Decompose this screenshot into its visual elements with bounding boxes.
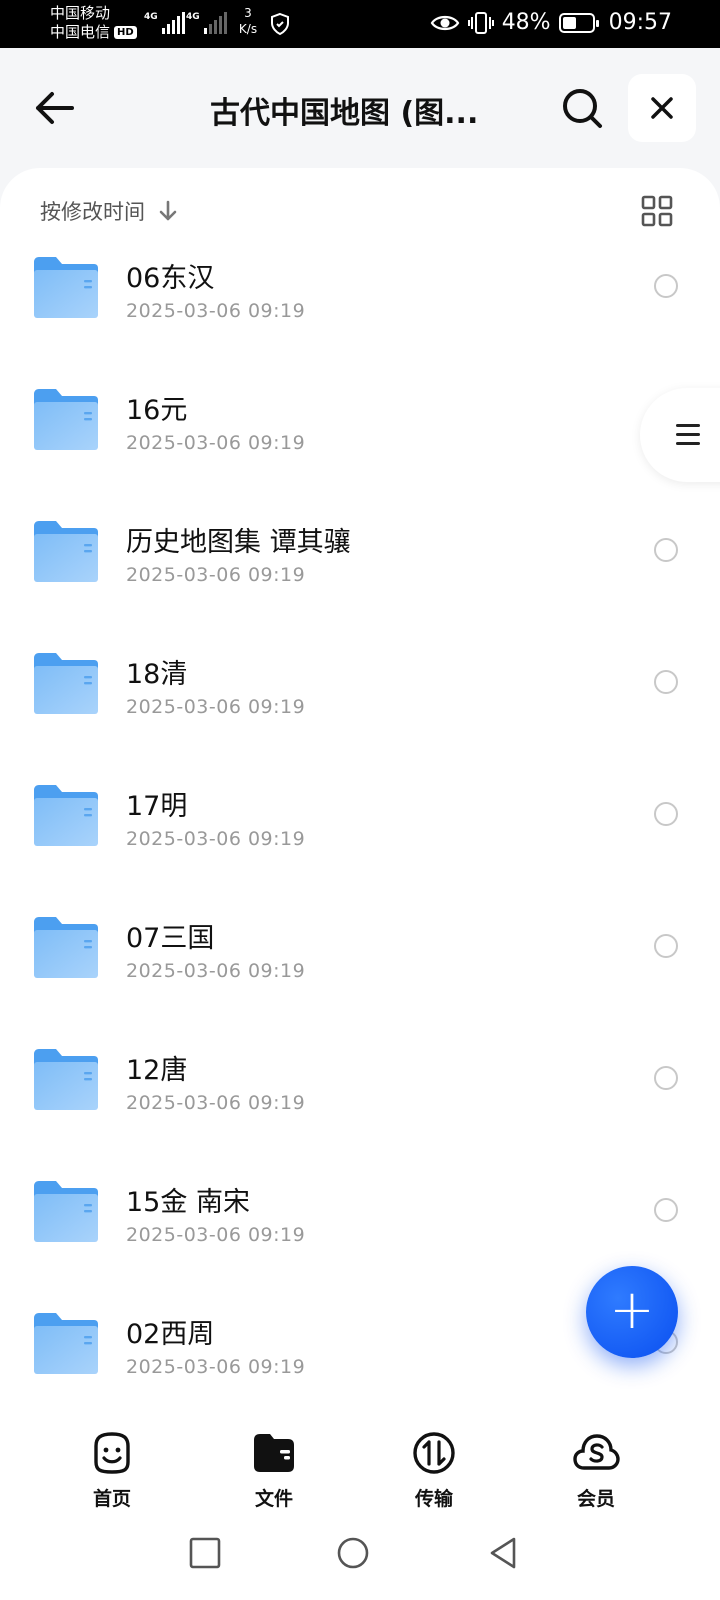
signal-1-icon: 4G <box>144 12 185 34</box>
folder-icon <box>34 1049 98 1110</box>
grid-view-button[interactable] <box>640 194 674 228</box>
carrier-2: 中国电信 <box>50 23 111 41</box>
list-item[interactable]: 06东汉 2025-03-06 09:19 <box>0 248 720 380</box>
header: 古代中国地图 (图... <box>0 48 720 168</box>
back-button[interactable] <box>30 86 78 130</box>
carrier-1: 中国移动 <box>50 4 111 22</box>
add-button[interactable]: + <box>586 1266 678 1358</box>
cloud-vip-icon <box>573 1434 620 1470</box>
back-nav-button[interactable] <box>486 1536 520 1570</box>
file-name: 02西周 <box>126 1319 215 1350</box>
file-date: 2025-03-06 09:19 <box>126 828 306 850</box>
battery-percent: 48% <box>501 10 551 35</box>
file-list-card: 按修改时间 06东汉 2025-03-06 09:19 16元 2025-03-06 … <box>0 168 720 1408</box>
file-date: 2025-03-06 09:19 <box>126 1092 306 1114</box>
smile-home-icon <box>94 1432 130 1474</box>
tab-files[interactable]: 文件 <box>224 1430 324 1511</box>
list-item[interactable]: 07三国 2025-03-06 09:19 <box>0 908 720 1040</box>
battery-icon <box>558 12 599 33</box>
folder-icon <box>34 1313 98 1374</box>
file-name: 17明 <box>126 791 188 822</box>
file-date: 2025-03-06 09:19 <box>126 432 306 454</box>
select-checkbox[interactable] <box>654 670 678 694</box>
file-date: 2025-03-06 09:19 <box>126 696 306 718</box>
select-checkbox[interactable] <box>654 1198 678 1222</box>
net-speed: 3 K/s <box>238 6 258 36</box>
arrow-down-icon <box>159 200 177 221</box>
folder-icon <box>34 1181 98 1242</box>
search-button[interactable] <box>560 86 604 130</box>
sort-label: 按修改时间 <box>40 200 145 224</box>
list-item[interactable]: 12唐 2025-03-06 09:19 <box>0 1040 720 1172</box>
file-name: 历史地图集 谭其骧 <box>126 527 351 558</box>
folder-icon <box>34 389 98 450</box>
vibrate-icon <box>467 11 494 34</box>
select-checkbox[interactable] <box>654 934 678 958</box>
file-name: 15金 南宋 <box>126 1187 250 1218</box>
clock: 09:57 <box>608 10 672 35</box>
list-item[interactable]: 18清 2025-03-06 09:19 <box>0 644 720 776</box>
home-button[interactable] <box>336 1536 370 1570</box>
tab-transfer[interactable]: 传输 <box>384 1430 484 1511</box>
hd-badge: HD <box>114 26 137 39</box>
file-name: 07三国 <box>126 923 215 954</box>
file-date: 2025-03-06 09:19 <box>126 960 306 982</box>
status-bar: 中国移动 中国电信 HD 4G 4G 3 K/s 48% 09:57 <box>0 0 720 48</box>
folder-filled-icon <box>254 1434 294 1472</box>
page-title: 古代中国地图 (图... <box>210 96 479 131</box>
folder-icon <box>34 257 98 318</box>
list-item[interactable]: 17明 2025-03-06 09:19 <box>0 776 720 908</box>
file-list: 06东汉 2025-03-06 09:19 16元 2025-03-06 09:19 历… <box>0 248 720 1408</box>
folder-icon <box>34 785 98 846</box>
folder-icon <box>34 917 98 978</box>
screen: 中国移动 中国电信 HD 4G 4G 3 K/s 48% 09:57 古代中国地… <box>0 0 720 1600</box>
tab-vip[interactable]: 会员 <box>546 1430 646 1511</box>
select-checkbox[interactable] <box>654 538 678 562</box>
folder-icon <box>34 521 98 582</box>
file-date: 2025-03-06 09:19 <box>126 300 306 322</box>
file-name: 18清 <box>126 659 188 690</box>
file-date: 2025-03-06 09:19 <box>126 1224 306 1246</box>
select-checkbox[interactable] <box>654 274 678 298</box>
menu-icon <box>676 424 700 451</box>
transfer-icon <box>413 1432 455 1474</box>
file-date: 2025-03-06 09:19 <box>126 1356 306 1378</box>
eye-icon <box>430 15 459 30</box>
folder-icon <box>34 653 98 714</box>
select-checkbox[interactable] <box>654 1066 678 1090</box>
list-item[interactable]: 历史地图集 谭其骧 2025-03-06 09:19 <box>0 512 720 644</box>
tab-home[interactable]: 首页 <box>62 1430 162 1511</box>
bottom-nav: 首页 文件 传输 会员 <box>0 1408 720 1511</box>
select-checkbox[interactable] <box>654 802 678 826</box>
file-name: 06东汉 <box>126 263 215 294</box>
close-icon <box>651 97 673 119</box>
close-button[interactable] <box>628 74 696 142</box>
signal-2-icon: 4G <box>186 12 227 34</box>
vpn-shield-icon <box>271 12 289 36</box>
carrier-info: 中国移动 中国电信 HD <box>50 4 137 42</box>
file-name: 12唐 <box>126 1055 188 1086</box>
list-item[interactable]: 16元 2025-03-06 09:19 <box>0 380 720 512</box>
recent-apps-button[interactable] <box>188 1536 222 1570</box>
file-date: 2025-03-06 09:19 <box>126 564 306 586</box>
status-right: 48% 09:57 <box>430 10 672 35</box>
sort-button[interactable]: 按修改时间 <box>40 196 179 226</box>
file-name: 16元 <box>126 395 188 426</box>
system-nav-bar <box>0 1508 720 1600</box>
